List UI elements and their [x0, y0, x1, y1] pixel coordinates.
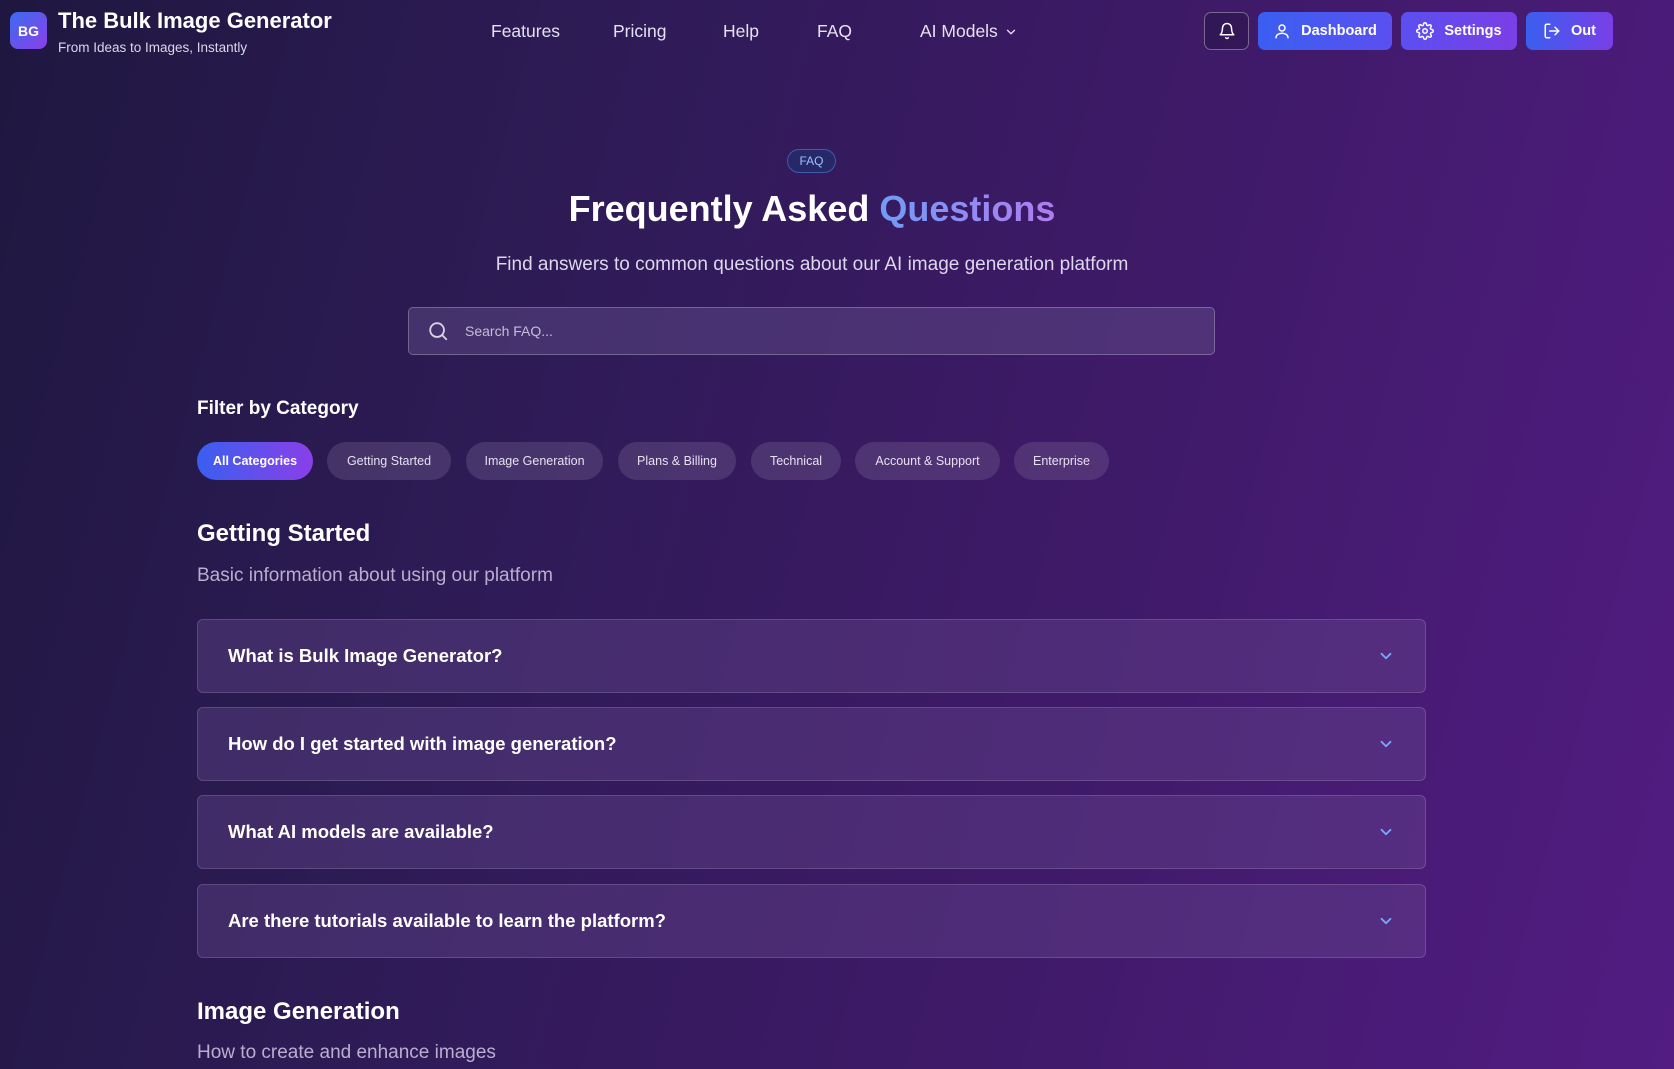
dashboard-label: Dashboard	[1301, 23, 1377, 39]
chevron-down-icon	[1380, 652, 1392, 660]
section-title-image-generation: Image Generation	[197, 998, 400, 1025]
logout-icon	[1544, 23, 1560, 39]
nav-ai-models-dropdown[interactable]: AI Models	[920, 21, 1018, 42]
chevron-down-icon	[1380, 740, 1392, 748]
notifications-button[interactable]	[1204, 12, 1249, 50]
filter-title: Filter by Category	[197, 398, 359, 419]
nav-help[interactable]: Help	[723, 21, 759, 42]
category-chip-enterprise[interactable]: Enterprise	[1014, 442, 1109, 480]
logo-badge[interactable]: BG	[10, 12, 47, 49]
section-subtitle-getting-started: Basic information about using our platfo…	[197, 565, 553, 586]
faq-search-box[interactable]	[408, 307, 1215, 355]
category-chip-image-generation[interactable]: Image Generation	[466, 442, 603, 480]
nav-features[interactable]: Features	[491, 21, 560, 42]
faq-search-input[interactable]	[465, 308, 1214, 354]
nav-pricing[interactable]: Pricing	[613, 21, 667, 42]
user-icon	[1275, 24, 1289, 39]
faq-question: How do I get started with image generati…	[228, 733, 617, 754]
category-chip-all[interactable]: All Categories	[197, 442, 313, 480]
page-title-accent: Questions	[879, 188, 1056, 229]
logout-label: Out	[1571, 23, 1596, 39]
logout-button[interactable]: Out	[1526, 12, 1613, 50]
chevron-down-icon	[1006, 29, 1015, 34]
bell-icon	[1219, 22, 1234, 40]
section-title-getting-started: Getting Started	[197, 520, 371, 547]
top-header: BG The Bulk Image Generator From Ideas t…	[0, 0, 1674, 62]
settings-label: Settings	[1444, 23, 1502, 39]
brand-title[interactable]: The Bulk Image Generator	[58, 8, 332, 34]
faq-question: What AI models are available?	[228, 821, 494, 842]
faq-item[interactable]: Are there tutorials available to learn t…	[197, 884, 1426, 958]
faq-question: Are there tutorials available to learn t…	[228, 910, 666, 931]
gear-icon	[1416, 22, 1435, 40]
category-chip-technical[interactable]: Technical	[751, 442, 841, 480]
faq-item[interactable]: What is Bulk Image Generator?	[197, 619, 1426, 693]
settings-button[interactable]: Settings	[1401, 12, 1517, 50]
faq-item[interactable]: What AI models are available?	[197, 795, 1426, 869]
page-title-main: Frequently Asked	[568, 188, 870, 229]
nav-faq[interactable]: FAQ	[817, 21, 852, 42]
chevron-down-icon	[1380, 917, 1392, 925]
section-subtitle-image-generation: How to create and enhance images	[197, 1042, 496, 1063]
page-subtitle: Find answers to common questions about o…	[495, 254, 1129, 275]
category-chip-getting-started[interactable]: Getting Started	[327, 442, 451, 480]
nav-ai-models-label: AI Models	[920, 21, 998, 41]
category-chip-plans-billing[interactable]: Plans & Billing	[618, 442, 736, 480]
faq-badge: FAQ	[787, 149, 836, 173]
chevron-down-icon	[1380, 828, 1392, 836]
dashboard-button[interactable]: Dashboard	[1258, 12, 1392, 50]
brand-subtitle: From Ideas to Images, Instantly	[58, 40, 248, 55]
faq-item[interactable]: How do I get started with image generati…	[197, 707, 1426, 781]
page-title: Frequently Asked Questions	[0, 188, 1624, 230]
search-icon	[429, 322, 448, 341]
category-chip-account-support[interactable]: Account & Support	[855, 442, 1000, 480]
faq-question: What is Bulk Image Generator?	[228, 645, 503, 666]
